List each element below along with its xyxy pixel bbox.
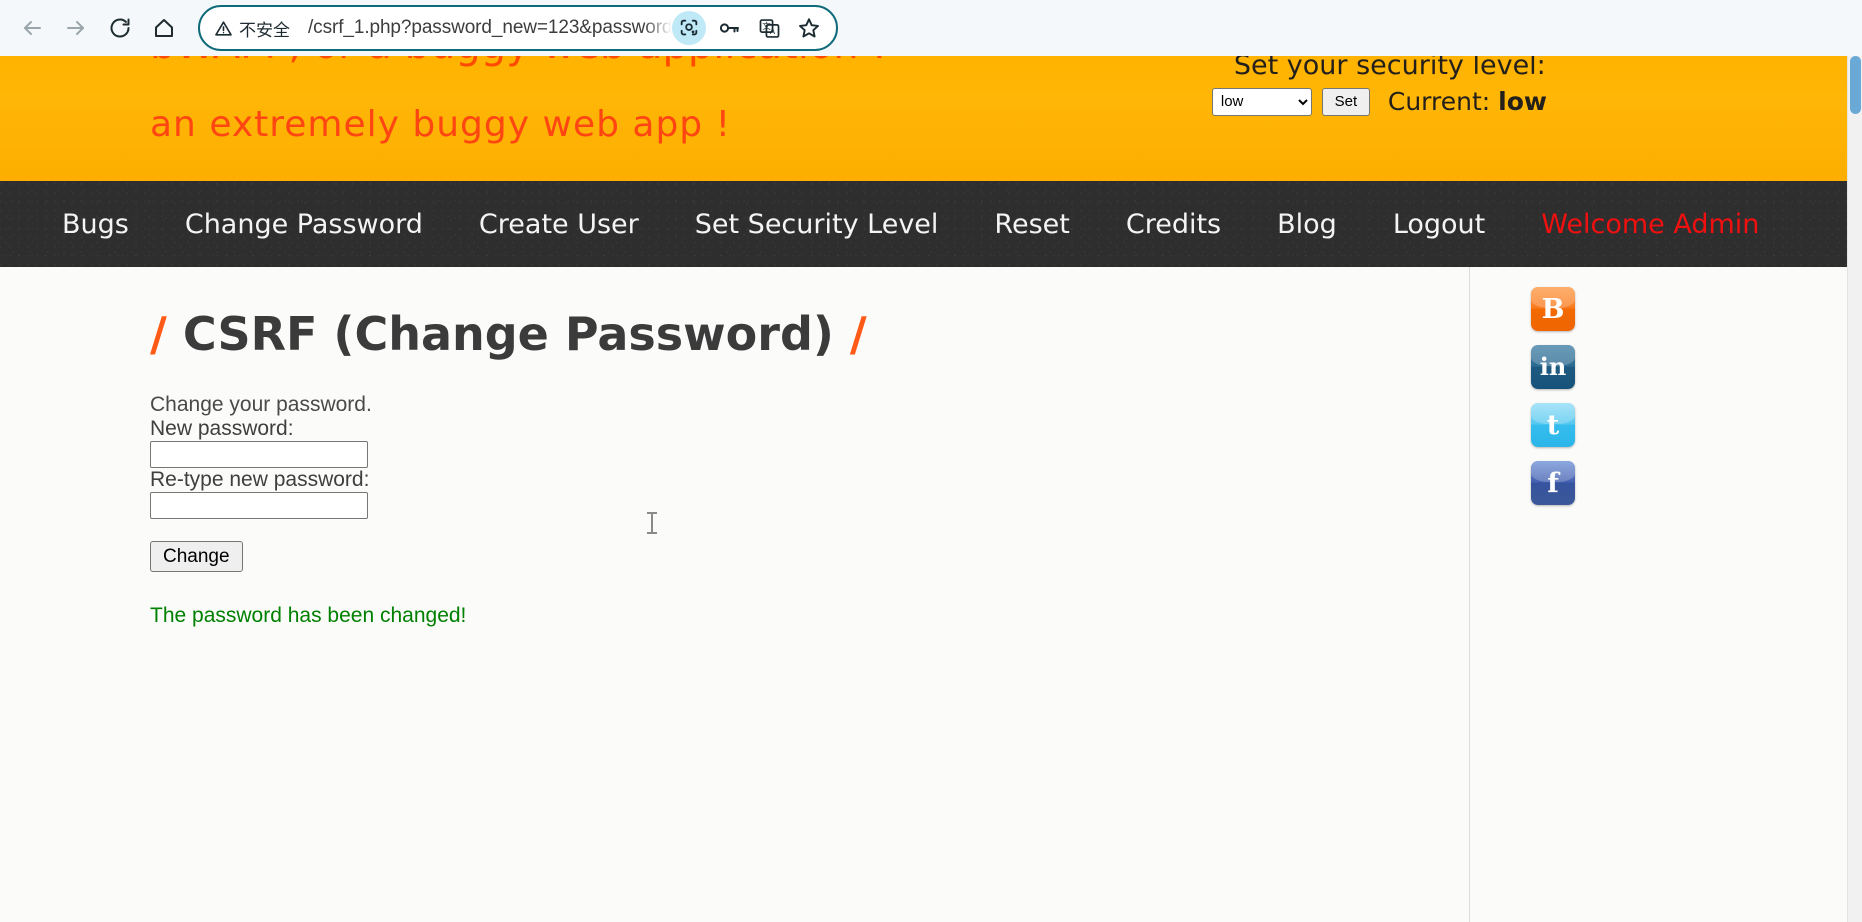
social-links: B in t f: [1531, 287, 1575, 505]
nav-item-credits[interactable]: Credits: [1126, 209, 1221, 240]
security-status[interactable]: 不安全: [214, 16, 290, 41]
password-key-icon[interactable]: [712, 11, 746, 45]
key-glyph-icon: [719, 23, 739, 33]
svg-text:A: A: [769, 27, 775, 36]
nav-item-change-password[interactable]: Change Password: [185, 209, 423, 240]
twitter-icon[interactable]: t: [1531, 403, 1575, 447]
set-security-level-button[interactable]: Set: [1321, 87, 1370, 116]
page-viewport: bWAPP, or a buggy web application ! an e…: [0, 56, 1847, 922]
forward-arrow-icon: [67, 21, 84, 35]
new-password-label: New password:: [150, 417, 294, 440]
current-security-level: Current: low: [1388, 87, 1547, 116]
title-slash-right: /: [849, 307, 867, 361]
page-title: / CSRF (Change Password) /: [150, 307, 1469, 361]
nav-item-bugs[interactable]: Bugs: [62, 209, 129, 240]
forward-button[interactable]: [54, 6, 98, 50]
welcome-user-label: Welcome Admin: [1541, 208, 1760, 240]
back-arrow-icon: [24, 21, 41, 35]
nav-item-reset[interactable]: Reset: [994, 209, 1069, 240]
blogger-icon[interactable]: B: [1531, 287, 1575, 331]
nav-item-set-security-level[interactable]: Set Security Level: [695, 209, 939, 240]
current-security-label: Current:: [1387, 87, 1491, 116]
back-button[interactable]: [10, 6, 54, 50]
title-slash-left: /: [150, 307, 167, 361]
twitter-glyph: t: [1546, 409, 1560, 441]
linkedin-glyph: in: [1539, 352, 1567, 381]
content-area: / CSRF (Change Password) / Change your p…: [0, 267, 1847, 922]
site-banner: bWAPP, or a buggy web application ! an e…: [0, 56, 1847, 181]
bookmark-star-icon[interactable]: [792, 11, 826, 45]
home-button[interactable]: [142, 6, 186, 50]
translate-icon[interactable]: 文 A: [752, 11, 786, 45]
url-text[interactable]: /csrf_1.php?password_new=123&password_: [308, 17, 672, 39]
page-title-text: CSRF (Change Password): [182, 307, 834, 361]
main-column: / CSRF (Change Password) / Change your p…: [0, 267, 1470, 922]
nav-item-create-user[interactable]: Create User: [479, 209, 639, 240]
facebook-icon[interactable]: f: [1531, 461, 1575, 505]
nav-item-blog[interactable]: Blog: [1277, 209, 1337, 240]
reload-icon: [110, 18, 130, 38]
security-level-controls: low medium high Set Current: low: [1211, 87, 1547, 116]
star-glyph-icon: [799, 18, 819, 38]
security-level-panel: Set your security level: low medium high…: [1211, 56, 1547, 122]
scrollbar-thumb[interactable]: [1850, 56, 1861, 114]
text-cursor-artifact: [647, 512, 657, 534]
security-level-title: Set your security level:: [1233, 56, 1546, 81]
success-message: The password has been changed!: [150, 604, 467, 627]
new-password-input[interactable]: [150, 441, 368, 468]
facebook-glyph: f: [1547, 467, 1559, 499]
nav-item-logout[interactable]: Logout: [1393, 209, 1485, 240]
right-sidebar: B in t f: [1471, 267, 1847, 922]
site-logo-text: bWAPP, or a buggy web application !: [150, 56, 887, 68]
address-bar[interactable]: 不安全 /csrf_1.php?password_new=123&passwor…: [198, 5, 838, 51]
google-lens-icon[interactable]: [672, 11, 706, 45]
main-navigation: Bugs Change Password Create User Set Sec…: [0, 181, 1847, 267]
warning-triangle-icon: [215, 20, 232, 36]
site-tagline: an extremely buggy web app !: [150, 104, 732, 145]
translate-glyph-icon: 文 A: [759, 18, 779, 38]
security-level-select[interactable]: low medium high: [1211, 87, 1312, 116]
linkedin-icon[interactable]: in: [1531, 345, 1575, 389]
current-security-value: low: [1498, 87, 1547, 116]
lens-glyph-icon: [680, 19, 698, 36]
home-icon: [155, 19, 173, 37]
retype-password-input[interactable]: [150, 492, 368, 519]
blogger-glyph: B: [1541, 293, 1565, 325]
reload-button[interactable]: [98, 6, 142, 50]
page-scrollbar[interactable]: [1847, 56, 1862, 922]
browser-toolbar: 不安全 /csrf_1.php?password_new=123&passwor…: [0, 0, 1862, 56]
retype-password-label: Re-type new password:: [150, 468, 370, 491]
insecure-label: 不安全: [239, 20, 290, 40]
omnibox-icons: 文 A: [672, 11, 826, 45]
change-password-button[interactable]: Change: [150, 541, 243, 572]
intro-text: Change your password.: [150, 393, 372, 416]
